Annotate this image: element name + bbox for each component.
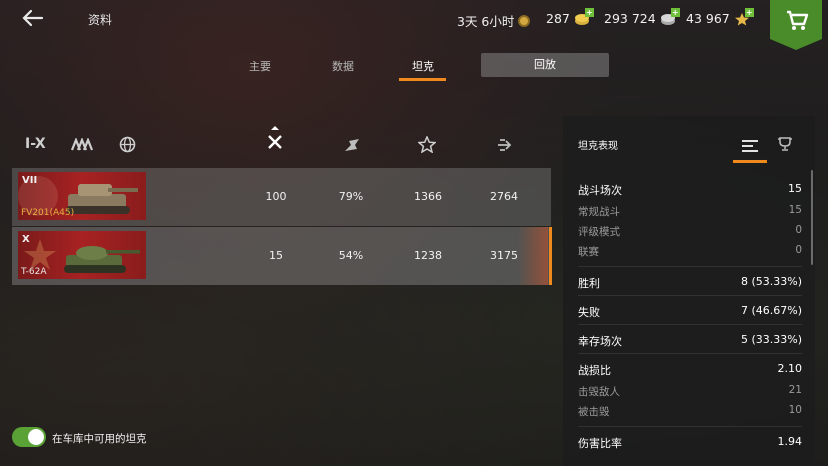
stat-value: 8 (53.33%) [740, 275, 802, 288]
tank-name: T-62A [21, 267, 47, 277]
back-arrow-icon[interactable] [20, 7, 46, 29]
stat-value: 10 [788, 404, 802, 416]
toggle-knob [28, 429, 44, 445]
top-bar: 资料 3天 6小时 287 + 293 724 + 43 967 + [0, 0, 828, 50]
damage-value: 3175 [490, 249, 518, 262]
add-gold-icon[interactable]: + [584, 7, 594, 17]
stat-divider [578, 266, 802, 267]
stat-divider [578, 295, 802, 296]
sort-battles-icon[interactable] [266, 126, 284, 156]
stat-value: 21 [788, 384, 802, 396]
available-tanks-label: 在车库中可用的坦克 [52, 433, 147, 445]
available-tanks-toggle[interactable] [12, 427, 46, 447]
winrate-icon[interactable] [343, 137, 361, 157]
mastery-star-icon[interactable] [417, 135, 437, 157]
stat-label: 评级模式 [578, 226, 620, 238]
stat-value: 0 [795, 244, 802, 256]
stat-value: 15 [788, 204, 802, 216]
tab-main[interactable]: 主要 [247, 58, 273, 74]
tier-label: X [22, 234, 30, 245]
panel-scrollbar[interactable] [811, 170, 813, 265]
tank-card: VII FV201(A45) [18, 172, 146, 220]
premium-icon [518, 14, 531, 27]
stat-divider [578, 426, 802, 427]
credits-balance[interactable]: 293 724 + [604, 7, 680, 26]
stat-label: 战斗场次 [578, 184, 622, 197]
stat-label: 幸存场次 [578, 335, 622, 348]
stat-value: 0 [795, 224, 802, 236]
star-xp-icon: + [734, 7, 754, 26]
credits-icon: + [660, 7, 680, 26]
battles-value: 15 [269, 249, 283, 262]
tier-filter[interactable]: I-X [25, 136, 46, 152]
tank-card: X T-62A [18, 231, 146, 279]
premium-timer[interactable]: 3天 6小时 [457, 11, 531, 30]
list-view-icon[interactable] [741, 138, 759, 157]
stat-label: 联赛 [578, 246, 599, 258]
stat-divider [578, 324, 802, 325]
cart-icon [787, 10, 809, 30]
stat-value: 1.94 [777, 435, 803, 448]
winrate-value: 54% [338, 249, 364, 262]
add-xp-icon[interactable]: + [744, 7, 754, 17]
add-credits-icon[interactable]: + [670, 7, 680, 17]
mastery-value: 1366 [414, 190, 442, 203]
active-tab-indicator [399, 78, 446, 81]
stat-value: 7 (46.67%) [740, 304, 802, 317]
gold-amount: 287 [546, 11, 570, 26]
stat-value: 5 (33.33%) [740, 333, 802, 346]
tank-name: FV201(A45) [21, 208, 75, 218]
winrate-value: 79% [338, 190, 364, 203]
damage-value: 2764 [490, 190, 518, 203]
stat-label: 伤害比率 [578, 437, 622, 450]
replay-button[interactable]: 回放 [481, 53, 609, 77]
stat-label: 失败 [578, 306, 600, 319]
credits-amount: 293 724 [604, 11, 656, 26]
mastery-value: 1238 [414, 249, 442, 262]
battles-value: 100 [265, 190, 287, 203]
tank-type-filter-icon[interactable] [70, 137, 94, 156]
stat-value: 15 [788, 182, 802, 195]
damage-icon[interactable] [496, 137, 514, 157]
stat-label: 胜利 [578, 277, 600, 290]
gold-coin-icon: + [574, 7, 594, 26]
stat-label: 被击毁 [578, 406, 610, 418]
panel-tab-indicator [733, 160, 767, 163]
gold-balance[interactable]: 287 + [546, 7, 594, 26]
tab-tanks[interactable]: 坦克 [409, 58, 437, 74]
premium-timer-text: 3天 6小时 [457, 14, 515, 29]
stat-label: 战损比 [578, 364, 611, 377]
tier-label: VII [22, 175, 38, 186]
nation-filter-globe-icon[interactable] [119, 136, 136, 157]
page-title: 资料 [88, 13, 113, 27]
stat-label: 常规战斗 [578, 206, 620, 218]
tank-performance-panel: 坦克表现 战斗场次 15 常规战斗 15 评级模式 0 联赛 0 胜利 8 (53.33%) 失败 7… [563, 116, 815, 466]
panel-title: 坦克表现 [578, 141, 618, 152]
tank-row[interactable]: X T-62A 15 54% 1238 3175 [12, 227, 552, 285]
tank-row[interactable]: VII FV201(A45) 100 79% 1366 2764 [12, 168, 551, 226]
trophy-icon[interactable] [777, 136, 793, 156]
stat-value: 2.10 [777, 362, 803, 375]
stat-divider [578, 353, 802, 354]
free-xp-balance[interactable]: 43 967 + [686, 7, 754, 26]
stat-label: 击毁敌人 [578, 386, 620, 398]
tab-stats[interactable]: 数据 [330, 58, 356, 74]
free-xp-amount: 43 967 [686, 11, 730, 26]
